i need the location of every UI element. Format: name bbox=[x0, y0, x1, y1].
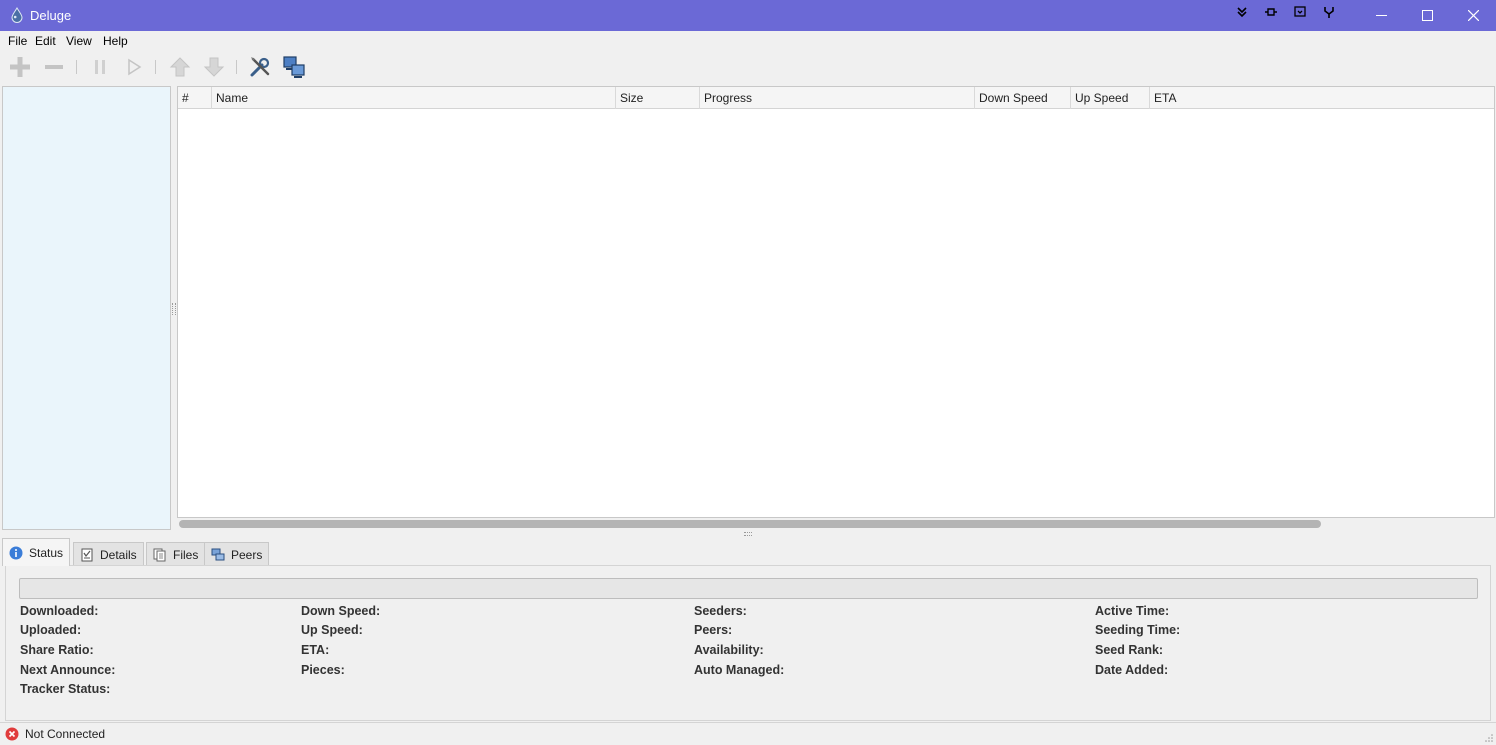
sidebar-splitter-handle[interactable] bbox=[172, 303, 176, 315]
status-panel: Downloaded: Uploaded: Share Ratio: Next … bbox=[5, 565, 1491, 721]
filter-sidebar[interactable] bbox=[2, 86, 171, 530]
tab-status-label: Status bbox=[29, 545, 64, 560]
menu-edit[interactable]: Edit bbox=[35, 34, 56, 48]
details-icon bbox=[80, 548, 94, 562]
column-header-queue[interactable]: # bbox=[178, 87, 212, 109]
tab-files[interactable]: Files bbox=[146, 542, 206, 566]
column-header-progress[interactable]: Progress bbox=[700, 87, 975, 109]
horizontal-scrollbar[interactable] bbox=[177, 519, 1495, 529]
tools-icon bbox=[250, 57, 270, 77]
menu-view[interactable]: View bbox=[66, 34, 92, 48]
window-menu-icon[interactable] bbox=[1293, 5, 1307, 19]
toolbar-separator bbox=[155, 60, 156, 74]
queue-down-button[interactable] bbox=[200, 53, 228, 81]
toolbar-separator bbox=[76, 60, 77, 74]
info-icon bbox=[9, 546, 23, 560]
pause-button[interactable] bbox=[86, 53, 114, 81]
torrent-list[interactable]: # Name Size Progress Down Speed Up Speed… bbox=[177, 86, 1495, 518]
tab-status[interactable]: Status bbox=[2, 538, 71, 566]
menu-bar: File Edit View Help bbox=[0, 31, 1496, 51]
column-header-size[interactable]: Size bbox=[616, 87, 700, 109]
pin-icon[interactable] bbox=[1264, 5, 1278, 19]
field-share-ratio: Share Ratio: bbox=[20, 643, 94, 657]
minimize-icon bbox=[1375, 15, 1387, 16]
remove-torrent-button[interactable] bbox=[40, 53, 68, 81]
network-icon bbox=[283, 56, 305, 78]
plus-icon bbox=[10, 57, 30, 77]
resize-grip-icon[interactable] bbox=[1484, 733, 1494, 743]
deluge-logo-icon bbox=[11, 7, 23, 23]
minimize-button[interactable] bbox=[1358, 0, 1404, 31]
minus-icon bbox=[45, 65, 63, 69]
tab-peers[interactable]: Peers bbox=[204, 542, 270, 566]
field-date-added: Date Added: bbox=[1095, 663, 1169, 677]
add-torrent-button[interactable] bbox=[6, 53, 34, 81]
connection-manager-button[interactable] bbox=[280, 53, 308, 81]
peers-icon bbox=[211, 548, 225, 562]
toolbar bbox=[0, 51, 1496, 83]
window-title: Deluge bbox=[30, 8, 72, 23]
field-active-time: Active Time: bbox=[1095, 604, 1170, 618]
torrent-list-header: # Name Size Progress Down Speed Up Speed… bbox=[178, 87, 1494, 109]
collapse-down-icon[interactable] bbox=[1235, 5, 1249, 19]
field-seed-rank: Seed Rank: bbox=[1095, 643, 1164, 657]
menu-help[interactable]: Help bbox=[103, 34, 128, 48]
menu-file[interactable]: File bbox=[8, 34, 27, 48]
field-downloaded: Downloaded: bbox=[20, 604, 99, 618]
toolbar-separator bbox=[236, 60, 237, 74]
fork-icon[interactable] bbox=[1322, 5, 1336, 19]
column-header-eta[interactable]: ETA bbox=[1150, 87, 1494, 109]
torrent-progress-bar bbox=[19, 578, 1478, 599]
maximize-button[interactable] bbox=[1404, 0, 1450, 31]
field-auto-managed: Auto Managed: bbox=[694, 663, 785, 677]
arrow-down-icon bbox=[203, 57, 225, 77]
maximize-icon bbox=[1421, 10, 1433, 21]
scrollbar-thumb[interactable] bbox=[179, 520, 1321, 528]
field-next-announce: Next Announce: bbox=[20, 663, 116, 677]
tab-details[interactable]: Details bbox=[73, 542, 144, 566]
queue-up-button[interactable] bbox=[166, 53, 194, 81]
connection-status[interactable]: Not Connected bbox=[25, 727, 105, 741]
field-eta: ETA: bbox=[301, 643, 330, 657]
pause-icon bbox=[95, 60, 105, 74]
tab-peers-label: Peers bbox=[231, 547, 263, 562]
column-header-down-speed[interactable]: Down Speed bbox=[975, 87, 1071, 109]
details-splitter-handle[interactable] bbox=[744, 532, 752, 536]
field-uploaded: Uploaded: bbox=[20, 623, 82, 637]
title-bar[interactable]: Deluge bbox=[0, 0, 1496, 31]
resume-button[interactable] bbox=[120, 53, 148, 81]
field-pieces: Pieces: bbox=[301, 663, 345, 677]
field-tracker-status: Tracker Status: bbox=[20, 682, 111, 696]
play-icon bbox=[128, 58, 142, 76]
column-header-name[interactable]: Name bbox=[212, 87, 616, 109]
status-bar: Not Connected bbox=[0, 722, 1496, 745]
error-icon[interactable] bbox=[5, 727, 19, 741]
close-button[interactable] bbox=[1450, 0, 1496, 31]
field-availability: Availability: bbox=[694, 643, 764, 657]
field-peers: Peers: bbox=[694, 623, 733, 637]
tab-details-label: Details bbox=[100, 547, 137, 562]
field-up-speed: Up Speed: bbox=[301, 623, 363, 637]
arrow-up-icon bbox=[169, 57, 191, 77]
preferences-button[interactable] bbox=[246, 53, 274, 81]
field-down-speed: Down Speed: bbox=[301, 604, 381, 618]
close-icon bbox=[1467, 10, 1479, 21]
tab-files-label: Files bbox=[173, 547, 199, 562]
details-tabs: Status Details Files Peers bbox=[0, 538, 1496, 566]
column-header-up-speed[interactable]: Up Speed bbox=[1071, 87, 1150, 109]
field-seeders: Seeders: bbox=[694, 604, 747, 618]
files-icon bbox=[153, 548, 167, 562]
field-seeding-time: Seeding Time: bbox=[1095, 623, 1181, 637]
